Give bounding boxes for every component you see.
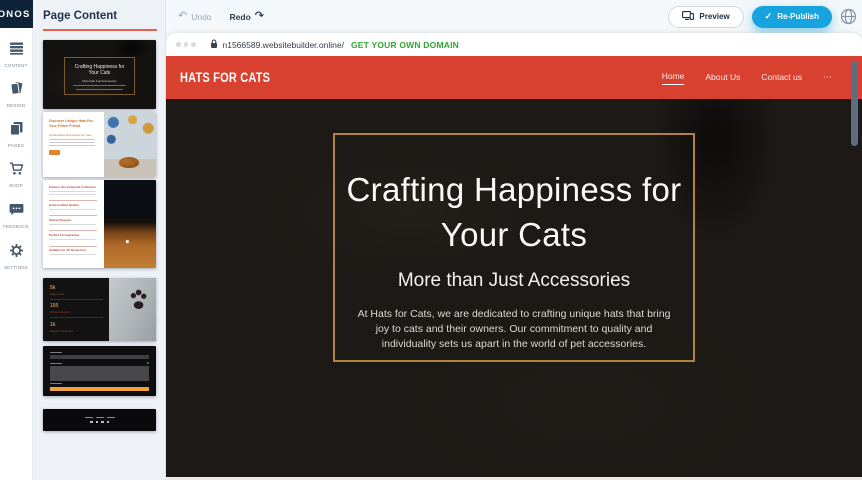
sidebar-item-label: SHOP (9, 183, 23, 188)
url-bar[interactable]: n1566589.websitebuilder.online/ (210, 36, 344, 54)
thumbnail-footer-social-icons (90, 421, 109, 424)
thumbnail-stat-label: Repeat Customers (50, 329, 103, 333)
settings-icon (9, 243, 24, 263)
site-header: HATS FOR CATS Home About Us Contact us ⋯ (166, 56, 862, 99)
thumbnail-stats-list: 5k Happy Cats 150 Unique Designs 1k Repe… (43, 278, 109, 341)
window-dots (176, 42, 196, 47)
check-icon: ✓ (765, 11, 773, 22)
content-icon (9, 41, 24, 61)
thumbnail-stats-section[interactable]: 5k Happy Cats 150 Unique Designs 1k Repe… (43, 278, 156, 341)
sidebar-item-label: SETTINGS (4, 265, 28, 270)
sidebar-item-label: DESIGN (7, 103, 25, 108)
thumbnail-intro-heading: Discover Unique Hats For Your Feline Fri… (49, 119, 94, 128)
thumbnail-features-section[interactable]: Explore Our Exquisite Collection Hand-Cr… (43, 180, 156, 268)
nav-item-contact-us[interactable]: Contact us (761, 72, 802, 84)
thumbnail-stats-paw-photo (109, 278, 156, 341)
thumbnail-intro-button (49, 150, 60, 155)
thumbnail-contact-form-section[interactable] (43, 346, 156, 396)
thumbnail-feature-heading: Perfect Fit Guarantee (49, 234, 99, 238)
sidebar-item-label: CONTENT (4, 63, 27, 68)
thumbnail-form-submit-button (50, 387, 149, 392)
page-content-panel: Page Content Crafting Happiness for Your… (33, 0, 166, 480)
thumbnail-stat-value: 5k (50, 285, 103, 291)
website-builder-app: IONOS CONTENT DESIGN PAGES SHOP (0, 0, 862, 480)
browser-chrome: n1566589.websitebuilder.online/ GET YOUR… (166, 33, 862, 56)
hero-subtitle[interactable]: More than Just Accessories (335, 270, 693, 292)
undo-icon: ↶ (178, 11, 187, 22)
feedback-icon (9, 202, 24, 222)
sidebar-item-label: FEEDBACK (3, 224, 29, 229)
thumbnail-features-list: Explore Our Exquisite Collection Hand-Cr… (43, 180, 104, 268)
site-brand-logo[interactable]: HATS FOR CATS (180, 70, 270, 85)
thumbnail-intro-text: Discover Unique Hats For Your Feline Fri… (43, 112, 104, 177)
nav-more-menu[interactable]: ⋯ (823, 72, 832, 83)
hero-title[interactable]: Crafting Happiness forYour Cats (335, 167, 693, 257)
sidebar-item-content[interactable]: CONTENT (0, 41, 33, 68)
site-canvas: HATS FOR CATS Home About Us Contact us ⋯… (166, 56, 862, 480)
undo-button[interactable]: ↶ Undo (178, 11, 212, 22)
section-thumbnail-list: Crafting Happiness for Your Cats More th… (33, 40, 165, 431)
thumbnail-intro-cat-photo (104, 112, 156, 177)
thumbnail-intro-subheading: Handcrafted Exclusivity for Cats (49, 133, 99, 137)
site-url: n1566589.websitebuilder.online/ (223, 40, 344, 50)
redo-label: Redo (230, 12, 251, 22)
hero-section: Crafting Happiness forYour Cats More tha… (166, 99, 862, 480)
lock-icon (210, 36, 218, 54)
redo-button[interactable]: Redo ↷ (230, 11, 264, 22)
thumbnail-form-textarea (50, 366, 149, 381)
thumbnail-stat-value: 150 (50, 303, 103, 309)
canvas-scrollbar[interactable] (851, 61, 858, 146)
editor-stage: ↶ Undo Redo ↷ Preview ✓ Re-Publish (166, 0, 862, 480)
devices-icon (682, 11, 694, 22)
ionos-logo[interactable]: IONOS (0, 0, 33, 28)
thumbnail-feature-heading: Stylish Designs (49, 219, 99, 223)
preview-label: Preview (699, 12, 729, 21)
thumbnail-feature-heading: Suitable for All Occasions (49, 249, 99, 253)
thumbnail-feature-heading: Explore Our Exquisite Collection (49, 186, 99, 190)
thumbnail-stat-value: 1k (50, 322, 103, 328)
undo-label: Undo (191, 12, 211, 22)
panel-title-underline (43, 29, 157, 31)
nav-item-home[interactable]: Home (662, 71, 685, 85)
editor-toolbar: ↶ Undo Redo ↷ Preview ✓ Re-Publish (166, 0, 862, 33)
sidebar-item-design[interactable]: DESIGN (0, 81, 33, 108)
sidebar-item-settings[interactable]: SETTINGS (0, 243, 33, 270)
sidebar-item-shop[interactable]: SHOP (0, 161, 33, 188)
site-preview-window: n1566589.websitebuilder.online/ GET YOUR… (166, 33, 862, 480)
hero-body-text[interactable]: At Hats for Cats, we are dedicated to cr… (353, 307, 675, 352)
thumbnail-hero-title: Crafting Happiness for Your Cats (72, 64, 126, 77)
nav-item-about-us[interactable]: About Us (705, 72, 740, 84)
republish-label: Re-Publish (777, 12, 819, 21)
thumbnail-form-input (50, 355, 149, 360)
panel-title: Page Content (43, 10, 165, 22)
thumbnail-hero-subtitle: More than Just Accessories (82, 79, 116, 83)
redo-icon: ↷ (255, 11, 264, 22)
thumbnail-feature-heading: Hand-Crafted Quality (49, 204, 99, 208)
design-icon (9, 81, 24, 101)
app-sidebar: IONOS CONTENT DESIGN PAGES SHOP (0, 0, 33, 480)
site-nav: Home About Us Contact us ⋯ (662, 71, 832, 85)
thumbnail-hero-textbox: Crafting Happiness for Your Cats More th… (64, 57, 134, 96)
thumbnail-footer-section[interactable] (43, 409, 156, 431)
sidebar-item-pages[interactable]: PAGES (0, 121, 33, 148)
thumbnail-intro-section[interactable]: Discover Unique Hats For Your Feline Fri… (43, 112, 156, 177)
thumbnail-hero-section[interactable]: Crafting Happiness for Your Cats More th… (43, 40, 156, 109)
pages-icon (9, 121, 24, 141)
preview-button[interactable]: Preview (668, 6, 743, 28)
thumbnail-features-cat-photo (104, 180, 156, 268)
sidebar-item-label: PAGES (8, 143, 24, 148)
hero-text-block[interactable]: Crafting Happiness forYour Cats More tha… (333, 133, 695, 362)
republish-button[interactable]: ✓ Re-Publish (752, 6, 832, 28)
sidebar-item-feedback[interactable]: FEEDBACK (0, 202, 33, 229)
get-domain-link[interactable]: GET YOUR OWN DOMAIN (351, 40, 459, 50)
shop-icon (9, 161, 24, 181)
thumbnail-stat-label: Unique Designs (50, 310, 103, 314)
globe-icon[interactable] (840, 8, 857, 25)
thumbnail-stat-label: Happy Cats (50, 292, 103, 296)
